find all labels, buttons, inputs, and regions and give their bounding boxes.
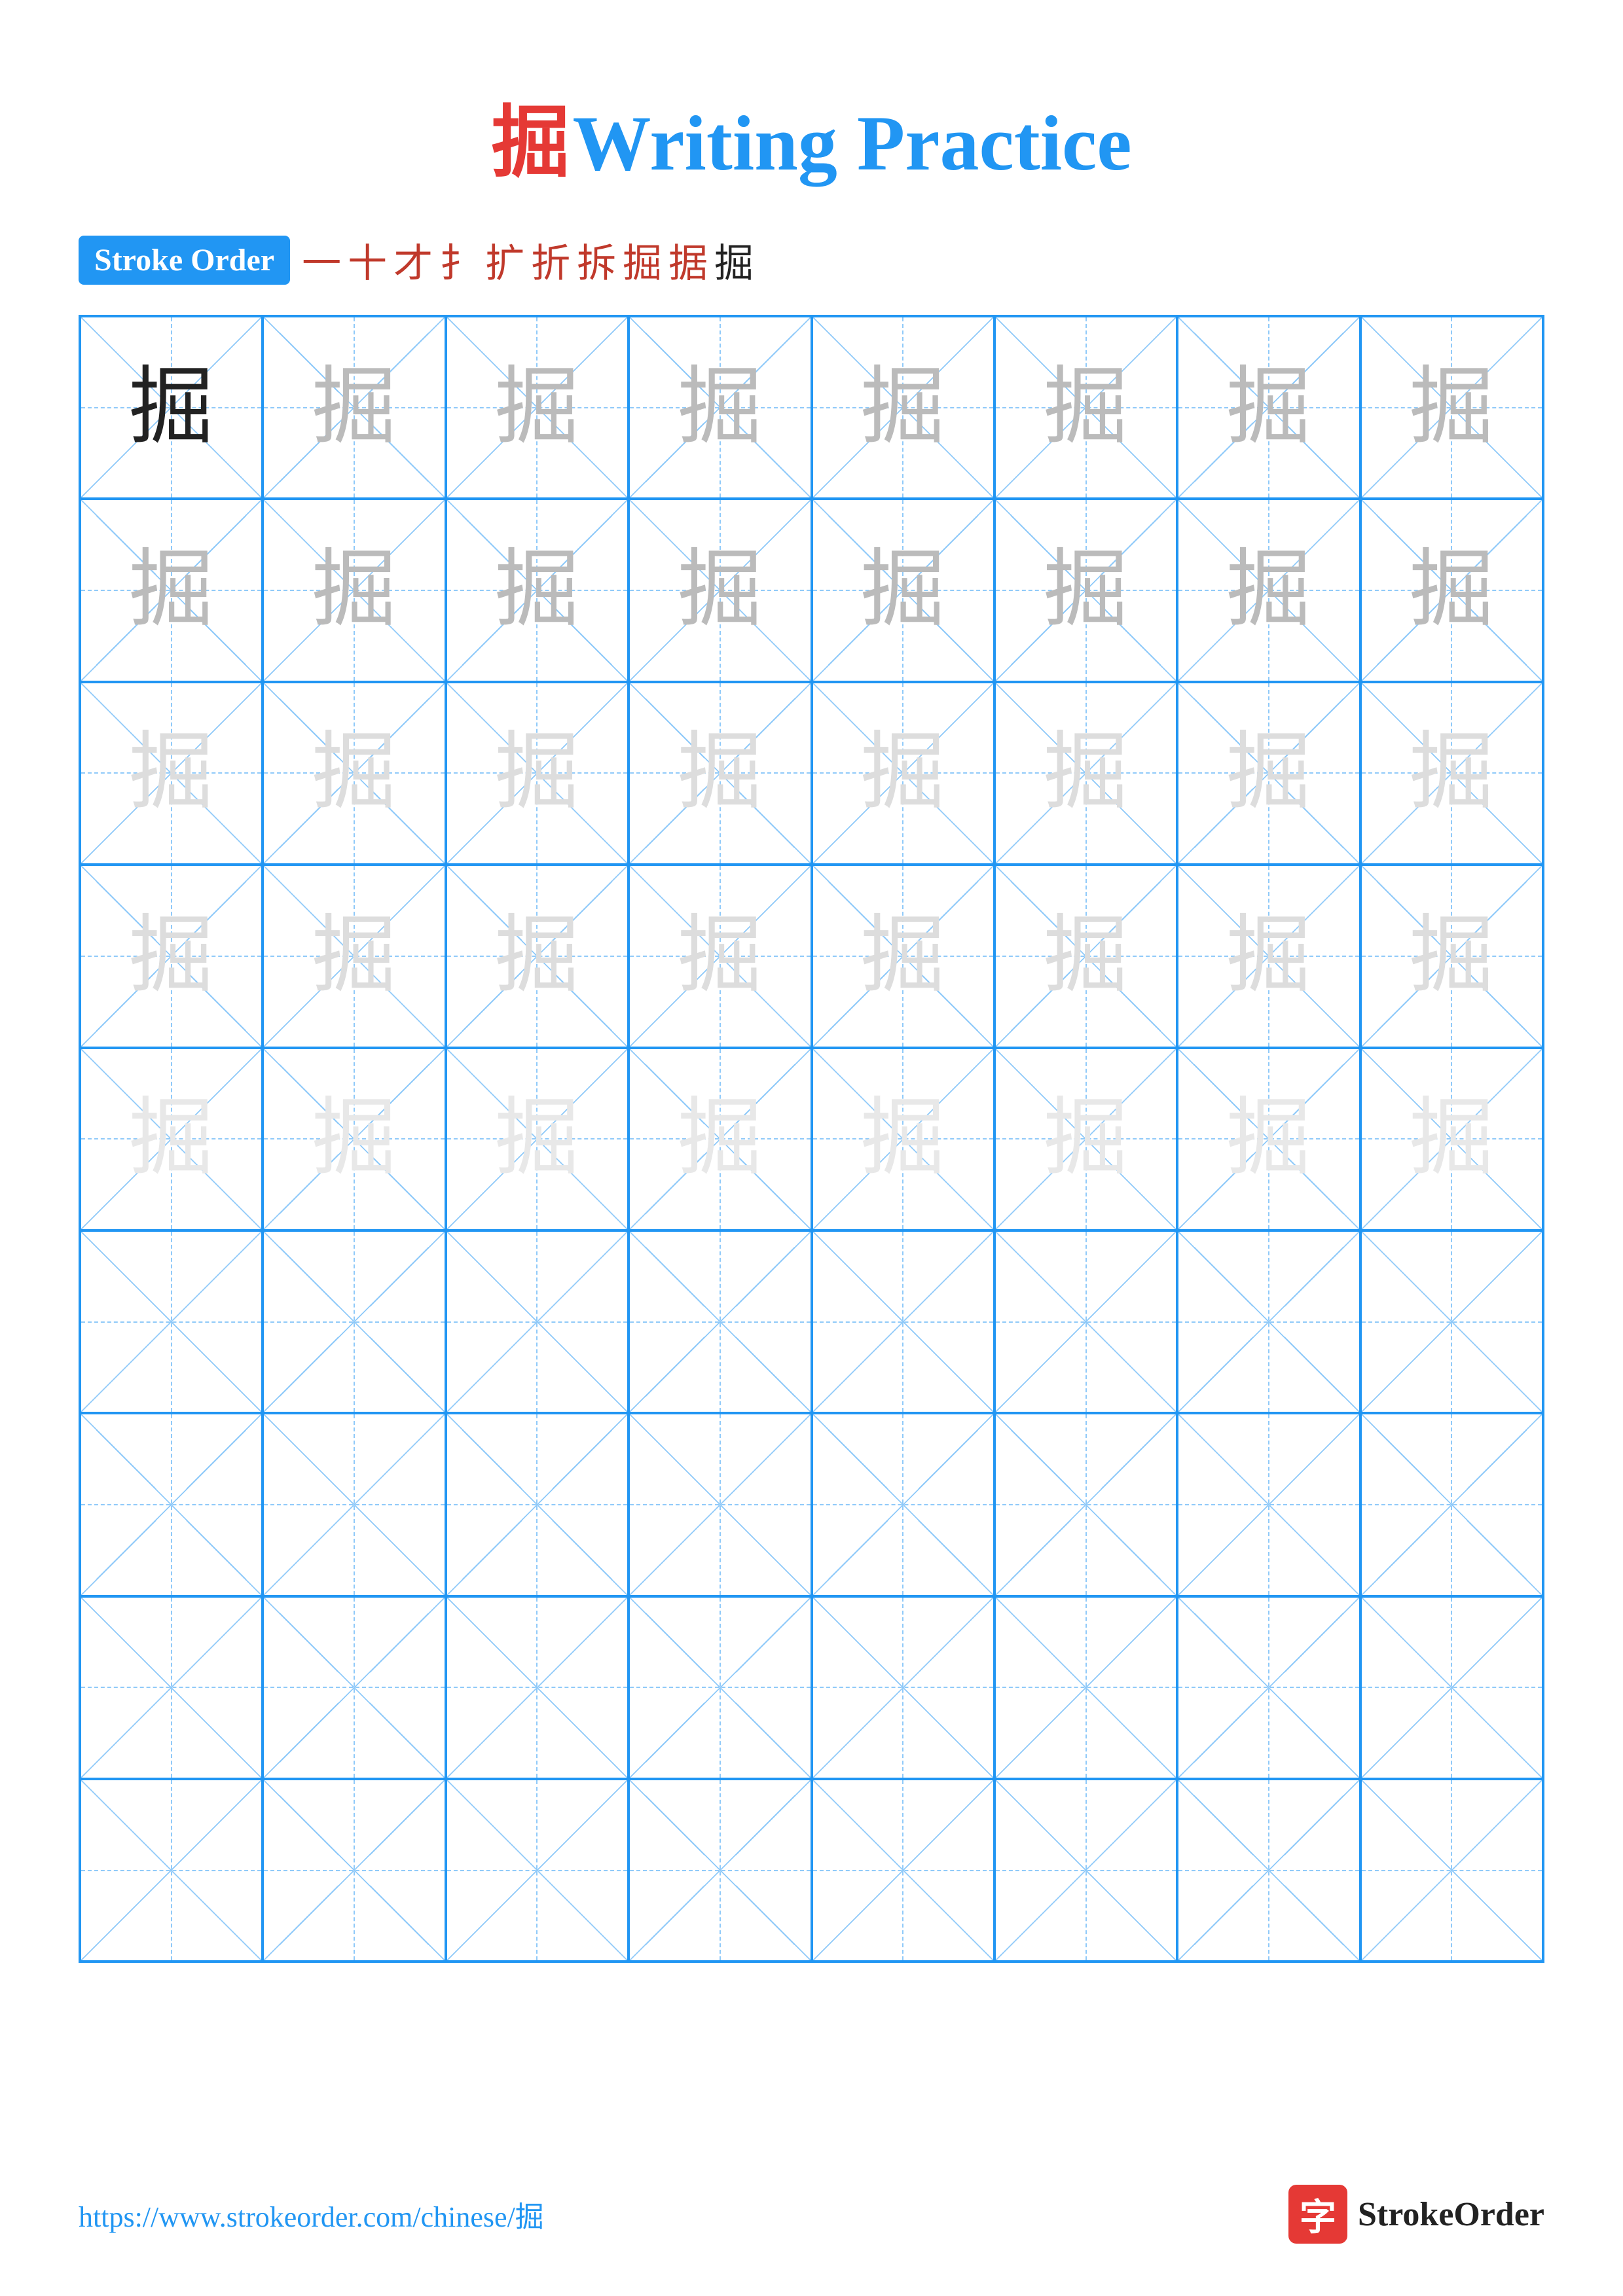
grid-cell[interactable]: 掘 (263, 499, 445, 681)
grid-cell[interactable]: 掘 (446, 865, 629, 1047)
grid-cell[interactable] (446, 1596, 629, 1779)
grid-cell[interactable]: 掘 (812, 682, 994, 865)
grid-cell[interactable]: 掘 (1177, 1048, 1360, 1230)
grid-cell[interactable]: 掘 (1360, 316, 1543, 499)
stroke-6: 折 (531, 232, 570, 289)
stroke-order-badge: Stroke Order (79, 236, 290, 285)
stroke-order-row: Stroke Order 一 十 才 扌 扩 折 拆 掘 据 掘 (79, 232, 1544, 289)
grid-cell[interactable]: 掘 (446, 682, 629, 865)
grid-cell[interactable]: 掘 (994, 316, 1177, 499)
grid-cell[interactable] (263, 1779, 445, 1962)
grid-cell[interactable]: 掘 (1360, 1048, 1543, 1230)
grid-cell[interactable]: 掘 (80, 499, 263, 681)
stroke-3: 才 (393, 232, 433, 289)
grid-cell[interactable]: 掘 (994, 499, 1177, 681)
grid-cell[interactable]: 掘 (629, 499, 811, 681)
grid-cell[interactable] (1177, 1413, 1360, 1596)
stroke-1: 一 (302, 232, 341, 289)
grid-cell[interactable] (994, 1230, 1177, 1413)
grid-cell[interactable]: 掘 (446, 499, 629, 681)
grid-cell[interactable] (1360, 1230, 1543, 1413)
grid-cell[interactable]: 掘 (994, 865, 1177, 1047)
logo-text: StrokeOrder (1358, 2195, 1544, 2234)
grid-cell[interactable] (1177, 1779, 1360, 1962)
grid-cell[interactable] (446, 1230, 629, 1413)
grid-cell[interactable] (629, 1596, 811, 1779)
page-title: 掘 Writing Practice (79, 79, 1544, 192)
grid-cell[interactable] (629, 1413, 811, 1596)
stroke-9: 据 (668, 232, 708, 289)
grid-cell[interactable]: 掘 (994, 682, 1177, 865)
footer: https://www.strokeorder.com/chinese/掘 字 … (79, 2185, 1544, 2244)
grid-cell[interactable] (1360, 1596, 1543, 1779)
grid-cell[interactable]: 掘 (1177, 865, 1360, 1047)
grid-cell[interactable]: 掘 (629, 1048, 811, 1230)
grid-cell[interactable]: 掘 (80, 682, 263, 865)
stroke-2: 十 (348, 232, 387, 289)
grid-cell[interactable] (263, 1413, 445, 1596)
grid-cell[interactable] (263, 1596, 445, 1779)
grid-cell[interactable] (1177, 1596, 1360, 1779)
grid-cell[interactable]: 掘 (629, 865, 811, 1047)
grid-cell[interactable]: 掘 (263, 682, 445, 865)
stroke-sequence: 一 十 才 扌 扩 折 拆 掘 据 掘 (302, 232, 754, 289)
grid-cell[interactable]: 掘 (812, 865, 994, 1047)
stroke-7: 拆 (577, 232, 616, 289)
grid-cell[interactable]: 掘 (1177, 499, 1360, 681)
grid-cell[interactable]: 掘 (263, 316, 445, 499)
grid-cell[interactable]: 掘 (446, 1048, 629, 1230)
logo-icon: 字 (1288, 2185, 1347, 2244)
footer-url[interactable]: https://www.strokeorder.com/chinese/掘 (79, 2193, 544, 2235)
grid-cell[interactable] (812, 1596, 994, 1779)
grid-cell[interactable]: 掘 (629, 316, 811, 499)
grid-cell[interactable]: 掘 (1177, 682, 1360, 865)
grid-cell[interactable]: 掘 (1177, 316, 1360, 499)
grid-cell[interactable] (446, 1413, 629, 1596)
grid-cell[interactable] (446, 1779, 629, 1962)
grid-cell[interactable]: 掘 (994, 1048, 1177, 1230)
grid-cell[interactable] (629, 1230, 811, 1413)
grid-cell[interactable] (80, 1596, 263, 1779)
grid-cell[interactable] (629, 1779, 811, 1962)
grid-cell[interactable] (994, 1596, 1177, 1779)
grid-cell[interactable] (263, 1230, 445, 1413)
grid-cell[interactable] (1360, 1779, 1543, 1962)
grid-cell[interactable]: 掘 (629, 682, 811, 865)
grid-cell[interactable]: 掘 (1360, 865, 1543, 1047)
grid-cell[interactable] (812, 1779, 994, 1962)
grid-cell[interactable]: 掘 (263, 865, 445, 1047)
grid-cell[interactable] (80, 1230, 263, 1413)
grid-cell[interactable] (80, 1779, 263, 1962)
grid-cell[interactable]: 掘 (812, 499, 994, 681)
stroke-8: 掘 (623, 232, 662, 289)
grid-cell[interactable] (994, 1779, 1177, 1962)
grid-cell[interactable]: 掘 (812, 316, 994, 499)
grid-cell[interactable]: 掘 (263, 1048, 445, 1230)
grid-cell[interactable]: 掘 (812, 1048, 994, 1230)
footer-logo: 字 StrokeOrder (1288, 2185, 1544, 2244)
stroke-5: 扩 (485, 232, 524, 289)
title-chinese-char: 掘 (491, 99, 570, 187)
grid-cell[interactable] (812, 1230, 994, 1413)
grid-cell[interactable]: 掘 (80, 316, 263, 499)
grid-cell[interactable] (812, 1413, 994, 1596)
grid-cell[interactable]: 掘 (1360, 499, 1543, 681)
grid-cell[interactable] (1360, 1413, 1543, 1596)
practice-grid: 掘 掘 掘 掘 掘 掘 掘 掘 掘 (79, 315, 1544, 1963)
grid-cell[interactable] (80, 1413, 263, 1596)
stroke-4: 扌 (439, 232, 479, 289)
stroke-10: 掘 (714, 232, 754, 289)
grid-cell[interactable]: 掘 (80, 865, 263, 1047)
title-english: Writing Practice (572, 99, 1131, 187)
grid-cell[interactable]: 掘 (80, 1048, 263, 1230)
grid-cell[interactable]: 掘 (1360, 682, 1543, 865)
grid-cell[interactable]: 掘 (446, 316, 629, 499)
grid-cell[interactable] (994, 1413, 1177, 1596)
grid-cell[interactable] (1177, 1230, 1360, 1413)
